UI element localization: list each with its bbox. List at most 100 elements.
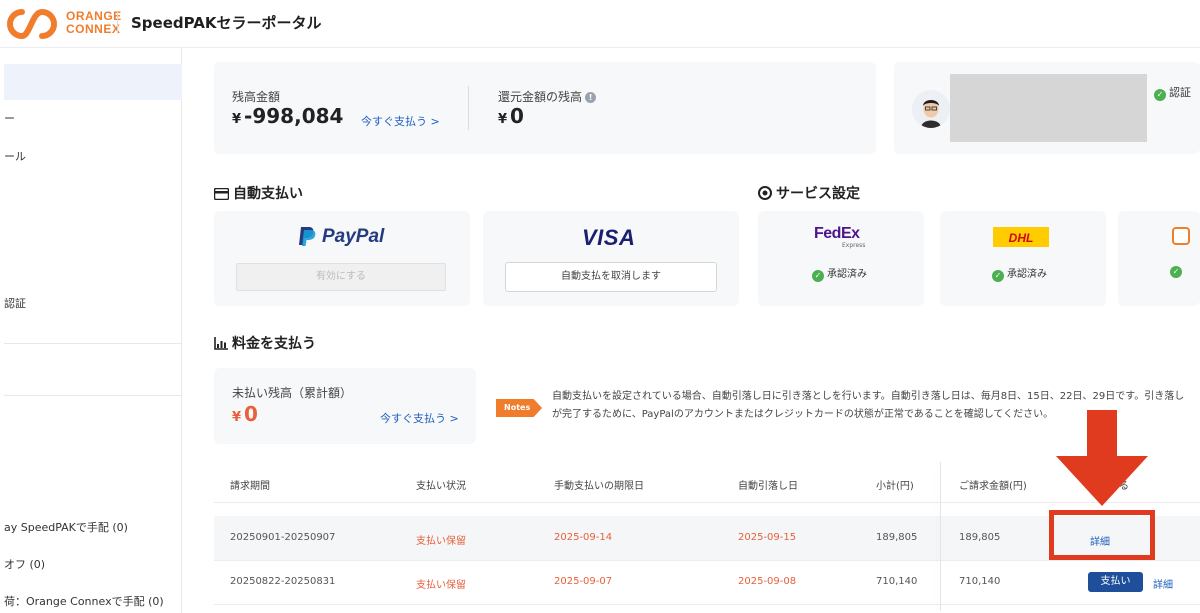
info-icon[interactable]: !	[585, 92, 597, 103]
balance-label: 残高金額	[232, 90, 281, 104]
logo-line-2: CONNEX	[66, 22, 121, 36]
header-divider	[117, 12, 118, 34]
logo-wordmark: ORANGE CONNEX	[66, 10, 122, 36]
col-header-subtotal: 小計(円)	[876, 481, 914, 492]
fedex-logo: FedEx	[814, 225, 860, 243]
orange-connex-logo[interactable]: ORANGE CONNEX	[6, 6, 126, 42]
refund-label: 還元金額の残高	[498, 90, 583, 104]
row-divider-line	[214, 560, 1200, 561]
visa-card: VISA 自動支払を取消します	[483, 211, 739, 306]
row1-manual-due: 2025-09-14	[554, 532, 613, 543]
row2-detail-link[interactable]: 詳細	[1153, 576, 1173, 591]
fedex-status: ✓ 承認済み	[812, 265, 867, 282]
check-icon: ✓	[812, 270, 824, 282]
row1-period: 20250901-20250907	[230, 532, 336, 543]
sidebar-item-5[interactable]: オフ (0)	[4, 556, 45, 572]
carrier-logo-icon	[1172, 227, 1190, 245]
fedex-express-label: Express	[842, 242, 866, 249]
balance-card: 残高金額 ¥ -998,084 今すぐ支払う > 還元金額の残高! ¥0	[214, 62, 876, 154]
row2-amount: 710,140	[959, 576, 1001, 587]
row2-pay-button[interactable]: 支払い	[1088, 572, 1143, 592]
balance-value: ¥ -998,084	[232, 104, 343, 128]
red-highlight-box	[1049, 510, 1155, 560]
row2-manual-due: 2025-09-07	[554, 576, 613, 587]
sidebar-item-6[interactable]: 荷：Orange Connexで手配 (0)	[4, 593, 164, 609]
dhl-status-text: 承認済み	[1007, 269, 1047, 280]
unpaid-balance-card: 未払い残高（累計額） ¥0 今すぐ支払う >	[214, 368, 476, 444]
orange-connex-logo-icon	[7, 8, 57, 39]
redacted-profile-info	[950, 74, 1147, 142]
sidebar-item-2[interactable]: ール	[4, 148, 26, 164]
check-icon: ✓	[1170, 266, 1182, 278]
dhl-logo-text: DHL	[1008, 231, 1034, 245]
unpaid-pay-now-link[interactable]: 今すぐ支払う >	[380, 410, 459, 426]
refund-value: ¥0	[498, 104, 524, 128]
target-icon	[758, 186, 772, 200]
refund-amount: 0	[510, 104, 524, 128]
sidebar-item-1[interactable]: ー	[4, 110, 15, 126]
paypal-wordmark-text: PayPal	[322, 226, 385, 247]
visa-logo: VISA	[582, 225, 636, 250]
payment-title-text: 料金を支払う	[232, 336, 316, 352]
sidebar-divider	[4, 343, 182, 344]
check-icon: ✓	[1154, 89, 1166, 101]
portal-title: SpeedPAKセラーポータル	[131, 14, 322, 32]
row1-auto-date: 2025-09-15	[738, 532, 797, 543]
check-icon: ✓	[992, 270, 1004, 282]
balance-divider	[468, 86, 469, 130]
fedex-logo-text: FedEx	[814, 225, 860, 242]
sidebar-divider	[4, 395, 182, 396]
auto-pay-title: 自動支払い	[214, 183, 303, 203]
refund-currency: ¥	[498, 112, 508, 127]
unpaid-amount: 0	[244, 402, 258, 426]
row2-subtotal: 710,140	[876, 576, 918, 587]
row2-auto-date: 2025-09-08	[738, 576, 797, 587]
sidebar: ー ール 認証 ay SpeedPAKで手配 (0) オフ (0) 荷：Oran…	[0, 48, 182, 613]
paypal-card: PayPal 有効にする	[214, 211, 470, 306]
service-card-partial: ✓	[1118, 211, 1200, 306]
profile-card: ✓ 認証	[894, 62, 1200, 154]
service-settings-title-text: サービス設定	[776, 186, 860, 202]
sidebar-item-4[interactable]: ay SpeedPAKで手配 (0)	[4, 519, 128, 535]
sidebar-item-3[interactable]: 認証	[4, 295, 26, 311]
paypal-icon	[299, 227, 316, 246]
fixed-column-shadow	[940, 462, 941, 611]
sidebar-item-active[interactable]	[4, 64, 182, 100]
main-content: 残高金額 ¥ -998,084 今すぐ支払う > 還元金額の残高! ¥0 ✓ 認証	[182, 48, 1200, 613]
paypal-wordmark: PayPal	[322, 226, 384, 248]
row1-subtotal: 189,805	[876, 532, 918, 543]
balance-currency: ¥	[232, 112, 242, 127]
header-divider-line	[214, 502, 1200, 503]
red-arrow-annotation-icon	[1056, 410, 1148, 506]
cancel-auto-pay-button[interactable]: 自動支払を取消します	[505, 262, 717, 292]
balance-amount: -998,084	[244, 104, 344, 128]
top-header: ORANGE CONNEX SpeedPAKセラーポータル	[0, 0, 1200, 48]
col-header-auto-date: 自動引落し日	[738, 481, 798, 492]
balance-pay-now-link[interactable]: 今すぐ支払う >	[361, 113, 440, 129]
fedex-card: FedEx Express ✓ 承認済み	[758, 211, 924, 306]
unpaid-label: 未払い残高（累計額）	[232, 386, 353, 400]
unpaid-currency: ¥	[232, 410, 242, 425]
paypal-enable-button[interactable]: 有効にする	[236, 263, 446, 291]
notes-badge: Notes	[496, 399, 542, 417]
col-header-status: 支払い状況	[416, 481, 466, 492]
row1-status: 支払い保留	[416, 536, 466, 547]
verified-status: ✓ 認証	[1154, 84, 1191, 101]
auto-pay-title-text: 自動支払い	[233, 186, 303, 202]
payment-title: 料金を支払う	[214, 333, 316, 353]
col-header-period: 請求期間	[230, 481, 270, 492]
col-header-manual-due: 手動支払いの期限日	[554, 481, 644, 492]
partial-service-status: ✓	[1170, 265, 1185, 278]
avatar[interactable]	[912, 90, 950, 128]
col-header-amount: ご請求金額(円)	[959, 481, 1027, 492]
credit-card-icon	[214, 188, 229, 200]
fedex-status-text: 承認済み	[827, 269, 867, 280]
dhl-card: DHL ✓ 承認済み	[940, 211, 1106, 306]
row-divider-line	[214, 604, 1200, 605]
row2-period: 20250822-20250831	[230, 576, 336, 587]
row2-status: 支払い保留	[416, 580, 466, 591]
verified-label: 認証	[1169, 86, 1191, 99]
service-settings-title: サービス設定	[758, 183, 860, 203]
row1-amount: 189,805	[959, 532, 1001, 543]
refund-label-wrap: 還元金額の残高!	[498, 88, 597, 105]
